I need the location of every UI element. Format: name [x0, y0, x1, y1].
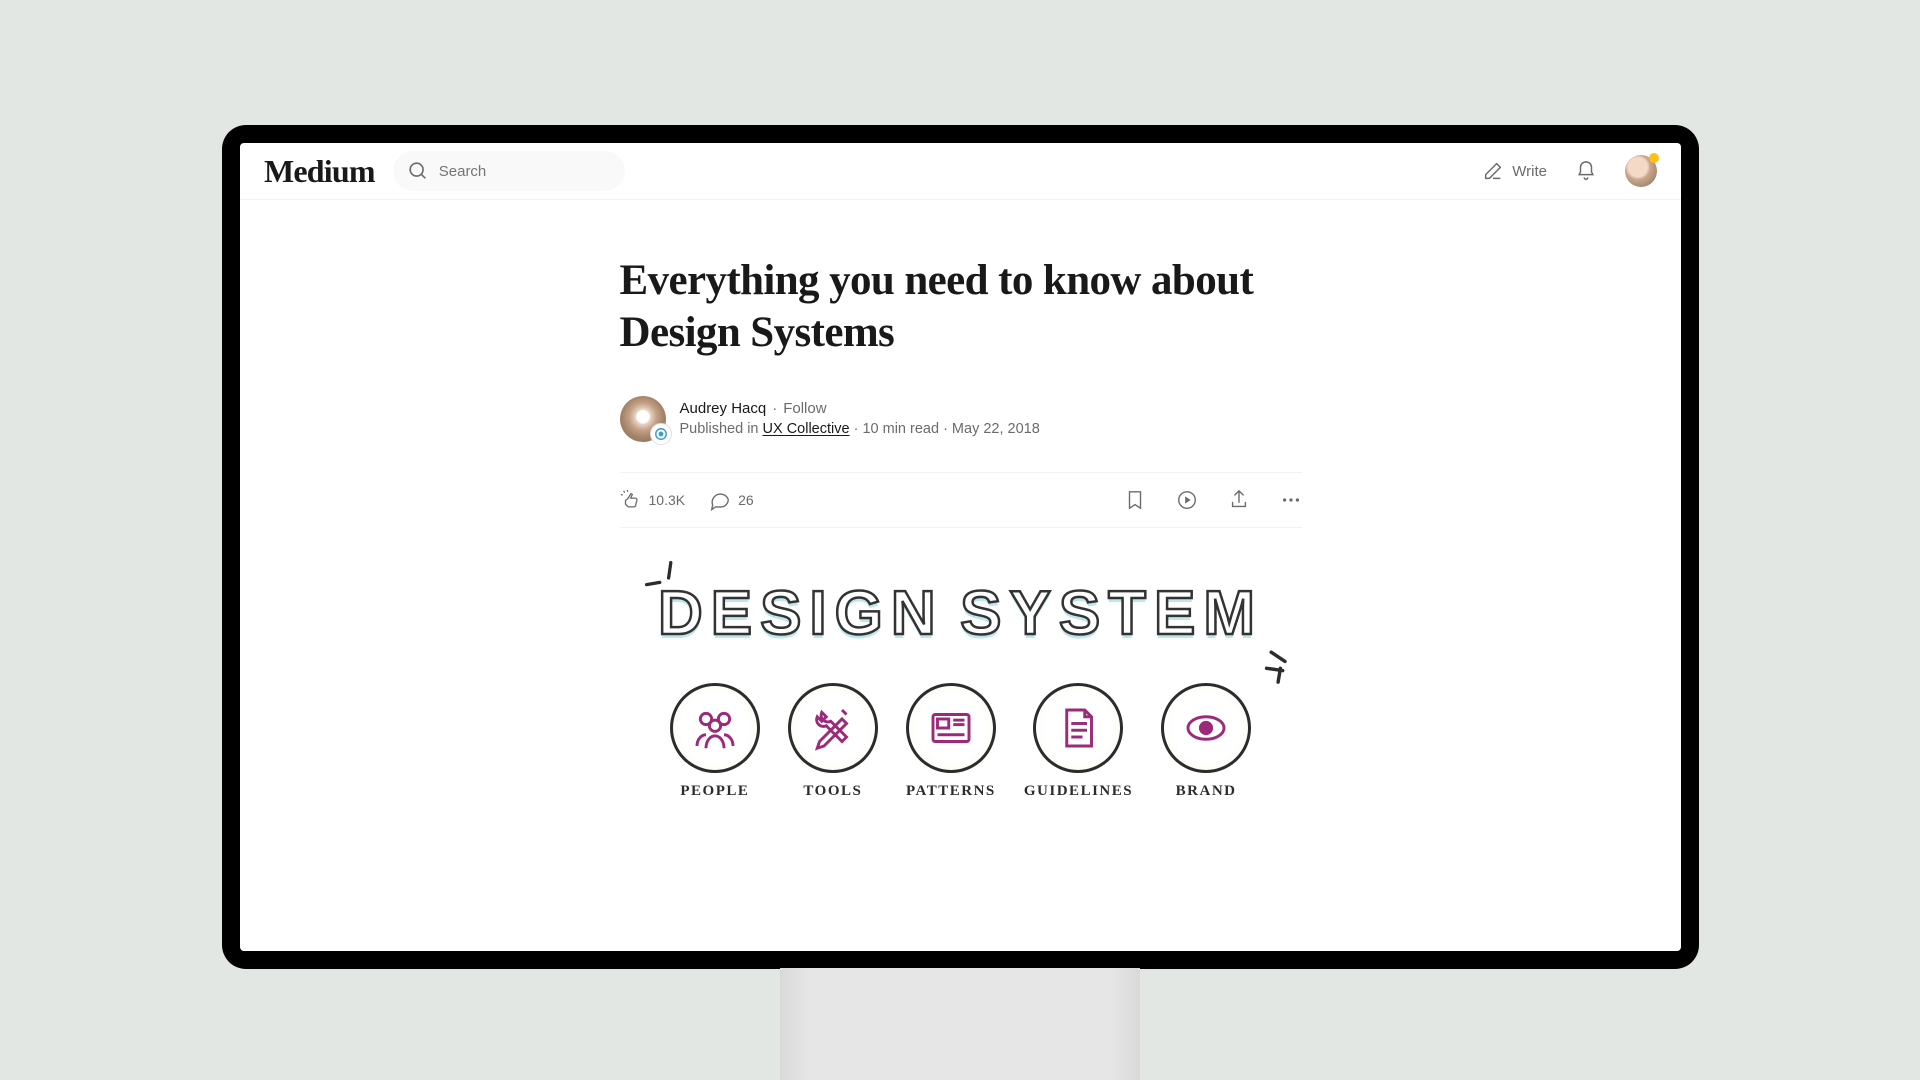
- accent-lines-icon: [1262, 643, 1292, 673]
- share-button[interactable]: [1228, 489, 1250, 511]
- brand-icon: [1161, 683, 1251, 773]
- people-icon: [670, 683, 760, 773]
- pillar-label: BRAND: [1176, 783, 1237, 800]
- byline-text: Audrey Hacq · Follow Published in UX Col…: [680, 398, 1040, 441]
- listen-button[interactable]: [1176, 489, 1198, 511]
- separator-dot: ·: [943, 421, 952, 437]
- patterns-icon: [906, 683, 996, 773]
- action-bar: 10.3K 26: [620, 472, 1302, 528]
- guidelines-icon: [1033, 683, 1123, 773]
- hero-illustration: DESIGN SYSTEM PEOPLE: [620, 568, 1302, 800]
- comment-count: 26: [738, 492, 754, 508]
- pillar-brand: BRAND: [1161, 683, 1251, 800]
- monitor-stand: [780, 968, 1140, 1080]
- search-box[interactable]: [393, 151, 625, 191]
- bookmark-button[interactable]: [1124, 489, 1146, 511]
- user-avatar[interactable]: [1625, 155, 1657, 187]
- search-icon: [407, 160, 429, 182]
- pillar-tools: TOOLS: [788, 683, 878, 800]
- pillar-label: PATTERNS: [906, 783, 996, 800]
- article: Everything you need to know about Design…: [620, 200, 1302, 800]
- notifications-button[interactable]: [1575, 160, 1597, 182]
- pillars-row: PEOPLE TOOLS: [620, 683, 1302, 800]
- write-button[interactable]: Write: [1482, 160, 1547, 182]
- more-button[interactable]: [1280, 489, 1302, 511]
- accent-lines-icon: [640, 556, 670, 586]
- publication-link[interactable]: UX Collective: [763, 421, 850, 437]
- pillar-patterns: PATTERNS: [906, 683, 996, 800]
- separator-dot: ·: [772, 398, 777, 420]
- pillar-guidelines: GUIDELINES: [1024, 683, 1133, 800]
- pillar-label: PEOPLE: [680, 783, 749, 800]
- write-label: Write: [1512, 163, 1547, 180]
- search-input[interactable]: [439, 163, 599, 180]
- clap-count: 10.3K: [649, 492, 686, 508]
- read-time: 10 min read: [862, 421, 939, 437]
- header-actions: Write: [1482, 155, 1657, 187]
- author-name[interactable]: Audrey Hacq: [680, 398, 767, 420]
- follow-button[interactable]: Follow: [783, 398, 826, 420]
- pillar-people: PEOPLE: [670, 683, 760, 800]
- screen: Medium Write: [240, 143, 1681, 951]
- write-icon: [1482, 160, 1504, 182]
- publication-badge[interactable]: [650, 423, 672, 445]
- monitor-frame: Medium Write: [222, 125, 1699, 969]
- sketch-word-1: DESIGN: [652, 578, 950, 649]
- clap-button[interactable]: 10.3K: [620, 489, 686, 511]
- tools-icon: [788, 683, 878, 773]
- sketch-title: DESIGN SYSTEM: [620, 578, 1302, 649]
- site-header: Medium Write: [240, 143, 1681, 200]
- pillar-label: TOOLS: [803, 783, 862, 800]
- sketch-word-2: SYSTEM: [954, 578, 1269, 649]
- published-in-prefix: Published in: [680, 421, 763, 437]
- site-logo[interactable]: Medium: [264, 153, 375, 190]
- clap-icon: [620, 489, 642, 511]
- byline: Audrey Hacq · Follow Published in UX Col…: [620, 396, 1302, 442]
- pillar-label: GUIDELINES: [1024, 783, 1133, 800]
- comment-button[interactable]: 26: [709, 489, 754, 511]
- comment-icon: [709, 489, 731, 511]
- article-title: Everything you need to know about Design…: [620, 255, 1302, 360]
- author-avatar[interactable]: [620, 396, 666, 442]
- publish-date: May 22, 2018: [952, 421, 1040, 437]
